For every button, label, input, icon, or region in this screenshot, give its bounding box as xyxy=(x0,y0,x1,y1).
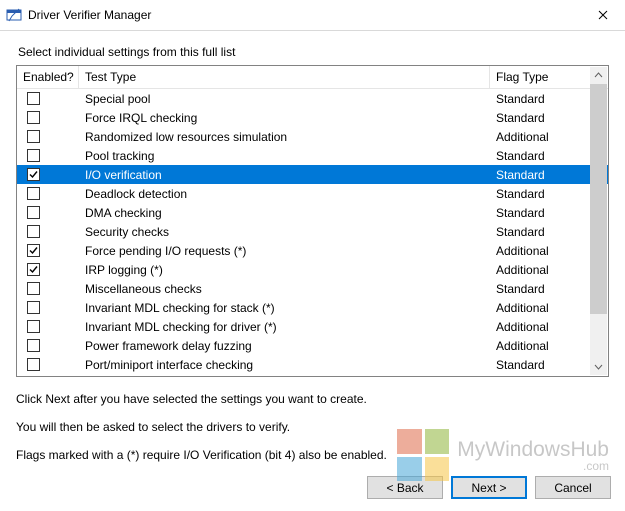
table-body: Special poolStandardForce IRQL checkingS… xyxy=(17,89,608,376)
cell-enabled xyxy=(17,225,79,238)
hint-text: Click Next after you have selected the s… xyxy=(16,391,609,464)
table-row[interactable]: Force IRQL checkingStandard xyxy=(17,108,608,127)
cell-test-type: Randomized low resources simulation xyxy=(79,130,490,144)
enabled-checkbox[interactable] xyxy=(27,111,40,124)
cell-enabled xyxy=(17,92,79,105)
column-test-type[interactable]: Test Type xyxy=(79,66,490,88)
table-row[interactable]: DDI compliance checkingStandard xyxy=(17,374,608,376)
titlebar: Driver Verifier Manager xyxy=(0,0,625,31)
column-enabled[interactable]: Enabled? xyxy=(17,66,79,88)
table-row[interactable]: Power framework delay fuzzingAdditional xyxy=(17,336,608,355)
cell-enabled xyxy=(17,282,79,295)
cell-enabled xyxy=(17,358,79,371)
back-button[interactable]: < Back xyxy=(367,476,443,499)
enabled-checkbox[interactable] xyxy=(27,92,40,105)
table-row[interactable]: I/O verificationStandard xyxy=(17,165,608,184)
scroll-down-button[interactable] xyxy=(590,358,607,375)
app-icon xyxy=(6,7,22,23)
cell-test-type: Pool tracking xyxy=(79,149,490,163)
cell-test-type: DMA checking xyxy=(79,206,490,220)
enabled-checkbox[interactable] xyxy=(27,263,40,276)
table-row[interactable]: Invariant MDL checking for stack (*)Addi… xyxy=(17,298,608,317)
enabled-checkbox[interactable] xyxy=(27,168,40,181)
table-row[interactable]: Randomized low resources simulationAddit… xyxy=(17,127,608,146)
scroll-track[interactable] xyxy=(590,84,607,358)
cell-enabled xyxy=(17,206,79,219)
cell-enabled xyxy=(17,149,79,162)
scroll-thumb[interactable] xyxy=(590,84,607,314)
scroll-up-button[interactable] xyxy=(590,67,607,84)
enabled-checkbox[interactable] xyxy=(27,282,40,295)
cell-enabled xyxy=(17,130,79,143)
table-row[interactable]: DMA checkingStandard xyxy=(17,203,608,222)
cell-enabled xyxy=(17,168,79,181)
enabled-checkbox[interactable] xyxy=(27,130,40,143)
enabled-checkbox[interactable] xyxy=(27,301,40,314)
enabled-checkbox[interactable] xyxy=(27,149,40,162)
settings-table: Enabled? Test Type Flag Type Special poo… xyxy=(16,65,609,377)
cell-test-type: Miscellaneous checks xyxy=(79,282,490,296)
cell-test-type: IRP logging (*) xyxy=(79,263,490,277)
cell-enabled xyxy=(17,320,79,333)
cell-enabled xyxy=(17,339,79,352)
instruction-label: Select individual settings from this ful… xyxy=(18,45,609,59)
cell-test-type: Deadlock detection xyxy=(79,187,490,201)
cell-test-type: Security checks xyxy=(79,225,490,239)
table-row[interactable]: IRP logging (*)Additional xyxy=(17,260,608,279)
cell-enabled xyxy=(17,301,79,314)
cell-enabled xyxy=(17,244,79,257)
cell-test-type: I/O verification xyxy=(79,168,490,182)
table-row[interactable]: Invariant MDL checking for driver (*)Add… xyxy=(17,317,608,336)
table-row[interactable]: Force pending I/O requests (*)Additional xyxy=(17,241,608,260)
table-row[interactable]: Pool trackingStandard xyxy=(17,146,608,165)
enabled-checkbox[interactable] xyxy=(27,358,40,371)
cell-enabled xyxy=(17,111,79,124)
hint-line-1: Click Next after you have selected the s… xyxy=(16,391,609,407)
table-row[interactable]: Miscellaneous checksStandard xyxy=(17,279,608,298)
table-row[interactable]: Port/miniport interface checkingStandard xyxy=(17,355,608,374)
cell-enabled xyxy=(17,187,79,200)
table-header: Enabled? Test Type Flag Type xyxy=(17,66,608,89)
window-title: Driver Verifier Manager xyxy=(28,8,151,22)
close-button[interactable] xyxy=(580,0,625,30)
hint-line-3: Flags marked with a (*) require I/O Veri… xyxy=(16,447,609,463)
table-row[interactable]: Deadlock detectionStandard xyxy=(17,184,608,203)
enabled-checkbox[interactable] xyxy=(27,339,40,352)
table-row[interactable]: Special poolStandard xyxy=(17,89,608,108)
next-button[interactable]: Next > xyxy=(451,476,527,499)
enabled-checkbox[interactable] xyxy=(27,187,40,200)
cancel-button[interactable]: Cancel xyxy=(535,476,611,499)
hint-line-2: You will then be asked to select the dri… xyxy=(16,419,609,435)
table-row[interactable]: Security checksStandard xyxy=(17,222,608,241)
cell-test-type: Invariant MDL checking for driver (*) xyxy=(79,320,490,334)
cell-test-type: Port/miniport interface checking xyxy=(79,358,490,372)
cell-test-type: Force IRQL checking xyxy=(79,111,490,125)
cell-test-type: Special pool xyxy=(79,92,490,106)
enabled-checkbox[interactable] xyxy=(27,206,40,219)
cell-test-type: Force pending I/O requests (*) xyxy=(79,244,490,258)
vertical-scrollbar[interactable] xyxy=(590,67,607,375)
enabled-checkbox[interactable] xyxy=(27,320,40,333)
cell-test-type: Power framework delay fuzzing xyxy=(79,339,490,353)
cell-enabled xyxy=(17,263,79,276)
cell-test-type: Invariant MDL checking for stack (*) xyxy=(79,301,490,315)
enabled-checkbox[interactable] xyxy=(27,225,40,238)
enabled-checkbox[interactable] xyxy=(27,244,40,257)
wizard-buttons: < Back Next > Cancel xyxy=(367,476,611,499)
